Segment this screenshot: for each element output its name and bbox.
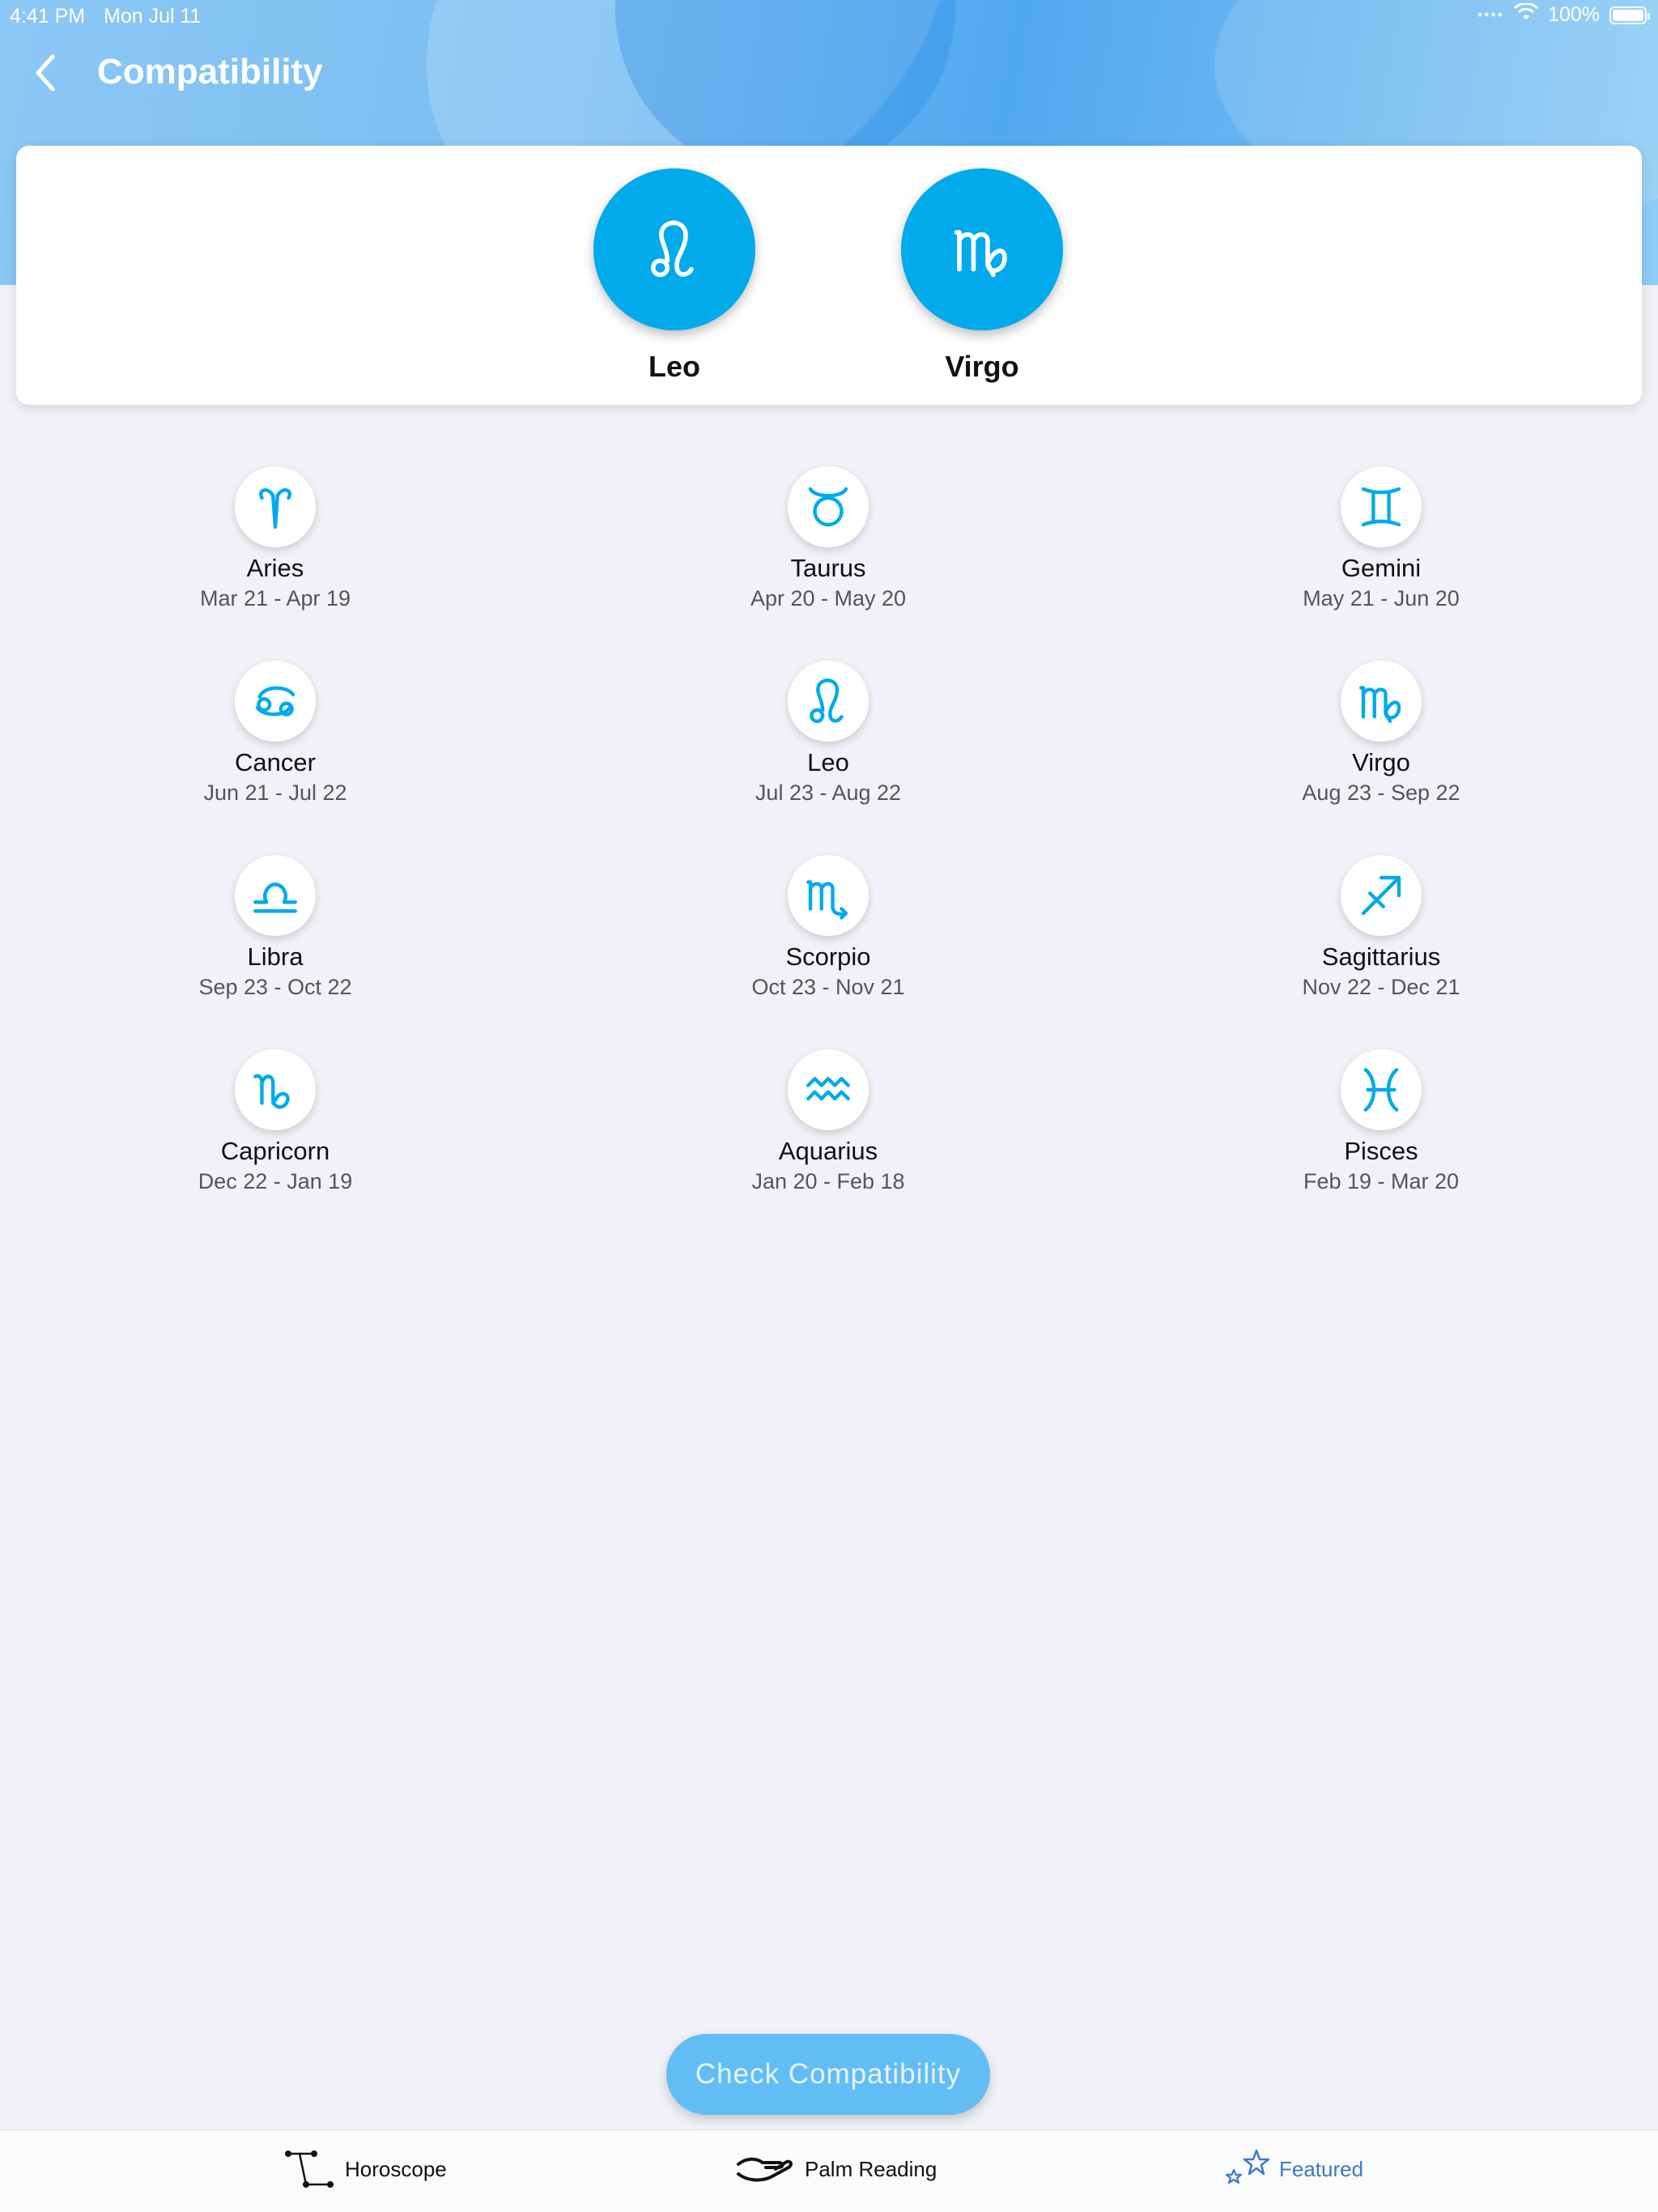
battery-percent: 100% <box>1548 3 1600 26</box>
zodiac-item-sagittarius[interactable]: Sagittarius Nov 22 - Dec 21 <box>1235 855 1527 1000</box>
status-time: 4:41 PM <box>10 5 86 28</box>
zodiac-dates: Jan 20 - Feb 18 <box>751 1169 905 1193</box>
zodiac-circle <box>235 466 316 547</box>
scorpio-icon <box>801 869 855 922</box>
zodiac-circle <box>1341 1049 1422 1130</box>
capricorn-icon <box>249 1063 302 1117</box>
zodiac-name: Taurus <box>790 554 866 582</box>
gemini-icon <box>1354 480 1408 534</box>
zodiac-circle <box>235 661 316 742</box>
zodiac-dates: Oct 23 - Nov 21 <box>751 975 905 999</box>
zodiac-name: Libra <box>247 942 304 971</box>
zodiac-item-aries[interactable]: Aries Mar 21 - Apr 19 <box>130 466 421 611</box>
leo-icon <box>801 674 855 728</box>
zodiac-circle <box>788 466 869 547</box>
compatibility-screen: 4:41 PM Mon Jul 11 •••• 100% Compatibili… <box>0 0 1658 2212</box>
tab-label: Horoscope <box>345 2156 447 2181</box>
status-date: Mon Jul 11 <box>104 5 202 28</box>
tab-label: Featured <box>1279 2156 1364 2181</box>
zodiac-dates: Sep 23 - Oct 22 <box>198 975 352 999</box>
zodiac-name: Leo <box>807 748 849 776</box>
zodiac-circle <box>235 1049 316 1130</box>
zodiac-item-virgo[interactable]: Virgo Aug 23 - Sep 22 <box>1235 661 1527 806</box>
zodiac-item-pisces[interactable]: Pisces Feb 19 - Mar 20 <box>1235 1049 1527 1194</box>
tab-palm-reading[interactable]: Palm Reading <box>735 2145 937 2193</box>
leo-icon <box>640 215 708 283</box>
pisces-icon <box>1354 1063 1408 1117</box>
selected-sign-name: Leo <box>648 350 700 383</box>
zodiac-name: Scorpio <box>785 942 871 971</box>
zodiac-dates: May 21 - Jun 20 <box>1303 586 1460 610</box>
stars-icon <box>1225 2149 1269 2184</box>
selected-sign-name: Virgo <box>945 350 1019 383</box>
zodiac-item-aquarius[interactable]: Aquarius Jan 20 - Feb 18 <box>682 1049 974 1194</box>
aquarius-icon <box>801 1063 855 1117</box>
signal-icon: •••• <box>1477 6 1505 23</box>
taurus-icon <box>801 480 855 534</box>
zodiac-item-leo[interactable]: Leo Jul 23 - Aug 22 <box>682 661 974 806</box>
constellation-icon <box>285 2150 334 2188</box>
zodiac-dates: Jul 23 - Aug 22 <box>755 781 902 805</box>
zodiac-item-cancer[interactable]: Cancer Jun 21 - Jul 22 <box>130 661 421 806</box>
zodiac-circle <box>235 855 316 936</box>
sagittarius-icon <box>1354 869 1408 922</box>
zodiac-dates: Mar 21 - Apr 19 <box>199 586 351 610</box>
tab-bar: Horoscope Palm Reading Featured <box>0 2129 1658 2212</box>
virgo-icon <box>1354 674 1408 728</box>
zodiac-circle <box>1341 661 1422 742</box>
cancer-icon <box>249 674 302 728</box>
zodiac-name: Cancer <box>235 748 316 776</box>
zodiac-circle <box>1341 855 1422 936</box>
zodiac-dates: Feb 19 - Mar 20 <box>1303 1169 1460 1193</box>
aries-icon <box>249 480 302 534</box>
virgo-icon <box>948 215 1016 283</box>
tab-label: Palm Reading <box>805 2156 937 2181</box>
back-button[interactable] <box>21 49 70 97</box>
zodiac-item-taurus[interactable]: Taurus Apr 20 - May 20 <box>682 466 974 611</box>
battery-icon <box>1609 6 1650 24</box>
zodiac-circle <box>788 855 869 936</box>
zodiac-name: Sagittarius <box>1321 942 1441 971</box>
zodiac-item-scorpio[interactable]: Scorpio Oct 23 - Nov 21 <box>682 855 974 1000</box>
zodiac-item-capricorn[interactable]: Capricorn Dec 22 - Jan 19 <box>130 1049 421 1194</box>
palm-icon <box>737 2157 793 2182</box>
selected-sign-first[interactable]: Leo <box>593 168 755 384</box>
selection-card: Leo Virgo <box>16 146 1642 405</box>
zodiac-dates: Dec 22 - Jan 19 <box>198 1169 353 1193</box>
tab-featured[interactable]: Featured <box>1224 2145 1363 2193</box>
selected-sign-circle <box>901 168 1063 330</box>
wifi-icon <box>1513 2 1539 27</box>
tab-horoscope[interactable]: Horoscope <box>285 2145 447 2193</box>
selected-sign-circle <box>593 168 755 330</box>
zodiac-circle <box>788 1049 869 1130</box>
zodiac-dates: Jun 21 - Jul 22 <box>203 781 347 805</box>
selected-sign-second[interactable]: Virgo <box>901 168 1063 384</box>
zodiac-name: Aquarius <box>778 1137 878 1165</box>
zodiac-item-gemini[interactable]: Gemini May 21 - Jun 20 <box>1235 466 1527 611</box>
libra-icon <box>249 869 302 922</box>
zodiac-name: Virgo <box>1352 748 1410 776</box>
zodiac-dates: Apr 20 - May 20 <box>750 586 907 610</box>
zodiac-circle <box>1341 466 1422 547</box>
zodiac-name: Gemini <box>1341 554 1422 582</box>
chevron-left-icon <box>36 54 55 91</box>
status-bar: 4:41 PM Mon Jul 11 •••• 100% <box>0 0 1658 32</box>
check-compatibility-button[interactable]: Check Compatibility <box>666 2034 990 2115</box>
page-title: Compatibility <box>97 52 323 91</box>
zodiac-name: Aries <box>246 554 304 582</box>
zodiac-dates: Aug 23 - Sep 22 <box>1302 781 1460 805</box>
zodiac-name: Capricorn <box>220 1137 330 1165</box>
zodiac-dates: Nov 22 - Dec 21 <box>1302 975 1460 999</box>
zodiac-name: Pisces <box>1344 1137 1418 1165</box>
zodiac-item-libra[interactable]: Libra Sep 23 - Oct 22 <box>130 855 421 1000</box>
zodiac-circle <box>788 661 869 742</box>
